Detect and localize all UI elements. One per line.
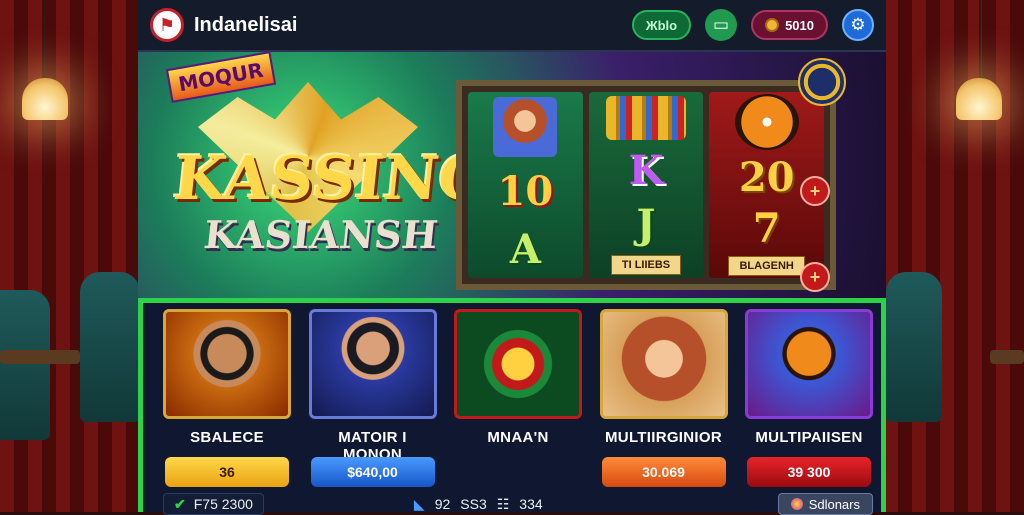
dealer-with-chips-icon[interactable] <box>309 309 437 419</box>
table-left <box>0 350 80 364</box>
plus-icon[interactable]: + <box>800 262 830 292</box>
game-name: MULTIPAIISEN <box>755 429 862 449</box>
chip-stack-icon <box>606 96 686 140</box>
woman-portrait-icon <box>493 97 557 157</box>
lamp-right <box>956 78 1002 120</box>
status-counters: ◣ 92 SS3 ☷ 334 <box>414 496 543 513</box>
game-card[interactable]: MNAA'N <box>454 309 582 487</box>
reel-ribbon: BLAGENH <box>728 256 804 276</box>
dollars-label: Sdlonars <box>809 497 860 512</box>
lamp-cord-right <box>979 0 981 80</box>
man-portrait-icon[interactable] <box>163 309 291 419</box>
game-name: SBALECE <box>190 429 264 449</box>
reel-symbol: 7 <box>753 205 781 252</box>
reel-symbol: 10 <box>498 168 554 215</box>
coin-icon <box>765 18 779 32</box>
app-title: Indanelisai <box>194 14 297 37</box>
hero-title: KASSINO <box>170 144 494 214</box>
grid-icon: ☷ <box>497 496 510 513</box>
brand-tag: MOQUR <box>166 51 276 103</box>
coin-balance[interactable]: 5010 <box>751 10 828 40</box>
game-name: MATOIR I MONON <box>309 429 437 449</box>
reel-1: 10 A <box>468 92 583 278</box>
game-amount-button[interactable]: 30.069 <box>602 457 726 487</box>
top-right-controls: Жblo ▭ 5010 ⚙ <box>632 9 874 41</box>
lamp-cord-left <box>44 0 46 80</box>
coin-balance-value: 5010 <box>785 18 814 33</box>
balance-status-value: F75 2300 <box>194 496 253 512</box>
play-icon: ◣ <box>414 496 425 513</box>
game-name: MNAA'N <box>487 429 548 449</box>
lamp-left <box>22 78 68 120</box>
gear-icon[interactable]: ⚙ <box>842 9 874 41</box>
game-lobby: SBALECE 36 MATOIR I MONON $640,00 MNAA'N… <box>138 298 886 512</box>
check-icon: ✔ <box>174 496 186 513</box>
plus-icon[interactable]: + <box>800 176 830 206</box>
tiger-pagion-icon[interactable] <box>745 309 873 419</box>
game-amount-button[interactable]: $640,00 <box>311 457 435 487</box>
game-cards: SBALECE 36 MATOIR I MONON $640,00 MNAA'N… <box>163 309 873 487</box>
reel-symbol: J <box>637 201 656 248</box>
medal-icon[interactable] <box>798 58 846 106</box>
wallet-icon[interactable]: ▭ <box>705 9 737 41</box>
game-amount-button[interactable]: 36 <box>165 457 289 487</box>
reel-2: K J TI LIIEBS <box>589 92 704 278</box>
right-curtain <box>884 0 1024 512</box>
chair-left-2 <box>80 272 140 422</box>
slot-reels[interactable]: 10 A K J TI LIIEBS 20 7 BLAGENH <box>456 80 836 290</box>
hero-subtitle: KASIANSH <box>202 212 440 257</box>
game-card[interactable]: SBALECE 36 <box>163 309 291 487</box>
table-right <box>990 350 1024 364</box>
reel-symbol: K <box>629 147 664 194</box>
status-value-1: 92 <box>435 496 451 512</box>
reel-symbol: A <box>510 226 541 273</box>
green-pill-button[interactable]: Жblo <box>632 10 691 40</box>
game-name: MULTIIRGINIOR <box>605 429 722 449</box>
hero-banner[interactable]: MOQUR KASSINO KASIANSH 10 A K J TI LIIEB… <box>138 52 886 298</box>
tiger-icon <box>735 94 799 150</box>
top-bar: ⚑ Indanelisai Жblo ▭ 5010 ⚙ <box>138 0 886 52</box>
reel-ribbon: TI LIIEBS <box>611 255 681 275</box>
chair-left <box>0 290 50 440</box>
status-value-3: 334 <box>519 496 542 512</box>
chair-right <box>886 272 942 422</box>
reel-symbol: 20 <box>739 154 795 201</box>
dollars-icon <box>791 498 803 510</box>
game-card[interactable]: MULTIIRGINIOR 30.069 <box>600 309 728 487</box>
game-card[interactable]: MULTIPAIISEN 39 300 <box>745 309 873 487</box>
roulette-wheel-icon[interactable] <box>454 309 582 419</box>
status-value-2: SS3 <box>460 496 486 512</box>
game-amount-button[interactable]: 39 300 <box>747 457 871 487</box>
woman-portrait-icon[interactable] <box>600 309 728 419</box>
flag-logo-icon[interactable]: ⚑ <box>150 8 184 42</box>
game-card[interactable]: MATOIR I MONON $640,00 <box>309 309 437 487</box>
